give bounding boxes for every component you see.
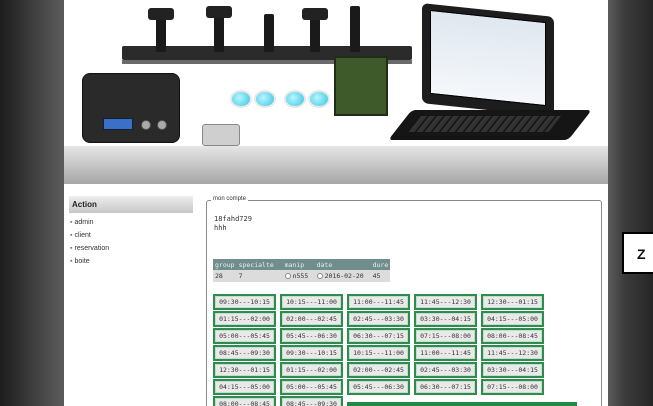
sidebar-menu: ▪ admin ▪ client ▪ reservation ▪ boite — [69, 219, 193, 271]
lens-mount — [206, 6, 232, 18]
safety-glasses — [228, 86, 284, 112]
account-fieldset: mon compte 18fahd729 hhh group specialte… — [206, 196, 602, 406]
time-slot-button[interactable]: 08:00---08:45 — [213, 396, 276, 406]
keyboard-keys — [408, 116, 562, 132]
optical-post — [264, 14, 274, 52]
time-slot-button[interactable]: 09:30---10:15 — [280, 345, 343, 361]
bullet-icon: ▪ — [70, 258, 73, 265]
sidebar-item-boite[interactable]: ▪ boite — [69, 258, 193, 271]
time-slot-button[interactable]: 05:00---05:45 — [280, 379, 343, 395]
page-container: Action ▪ admin ▪ client ▪ reservation ▪ boit… — [64, 0, 608, 406]
glasses-lens — [254, 90, 276, 108]
manip-value: n555 — [292, 272, 309, 280]
time-slot-button[interactable]: 04:15---05:00 — [213, 379, 276, 395]
zoom-button[interactable]: Z — [622, 232, 653, 274]
laptop-keyboard — [388, 110, 592, 140]
fieldset-legend: mon compte — [211, 196, 249, 202]
time-slot-button[interactable]: 07:15---08:00 — [481, 379, 544, 395]
time-slot-button[interactable]: 03:30---04:15 — [414, 311, 477, 327]
glasses-lens — [230, 90, 252, 108]
laser-controller-device — [82, 73, 180, 143]
glasses-lens — [284, 90, 306, 108]
laptop — [422, 3, 554, 117]
table-row: 28 7 n555 2016-02-20 45 — [213, 270, 391, 282]
cell-dure: 45 — [370, 270, 391, 282]
sidebar-item-label: reservation — [74, 245, 110, 252]
time-slot-button[interactable]: 03:30---04:15 — [481, 362, 544, 378]
time-slot-button[interactable]: 11:00---11:45 — [414, 345, 477, 361]
time-slot-button[interactable]: 05:00---05:45 — [213, 328, 276, 344]
cell-date: 2016-02-20 — [314, 270, 371, 282]
time-slot-button[interactable]: 02:45---03:30 — [347, 311, 410, 327]
time-slot-button[interactable]: 11:00---11:45 — [347, 294, 410, 310]
manip-radio[interactable] — [284, 273, 291, 279]
reservation-table: group specialte manip date dure 28 7 n55… — [213, 259, 391, 282]
lens-mount — [148, 8, 174, 20]
time-slot-button[interactable]: 05:45---06:30 — [347, 379, 410, 395]
time-slot-button[interactable]: 02:00---02:45 — [347, 362, 410, 378]
time-slot-button[interactable]: 11:45---12:30 — [414, 294, 477, 310]
col-header-specialte: specialte — [236, 259, 283, 270]
time-slot-button[interactable]: 04:15---05:00 — [481, 311, 544, 327]
sidebar-title: Action — [69, 196, 193, 213]
table-header-row: group specialte manip date dure — [213, 259, 391, 270]
time-slot-button[interactable]: 07:15---08:00 — [414, 328, 477, 344]
time-slot-button[interactable]: 01:15---02:00 — [213, 311, 276, 327]
header-banner-image — [64, 0, 608, 146]
lens-mount — [302, 8, 328, 20]
col-header-manip: manip — [282, 259, 315, 270]
time-slot-button[interactable]: 08:45---09:30 — [213, 345, 276, 361]
device-display — [103, 118, 133, 130]
account-id: 18fahd729 — [214, 215, 252, 223]
time-slot-button[interactable]: 12:30---01:15 — [213, 362, 276, 378]
time-slot-button[interactable]: 02:00---02:45 — [280, 311, 343, 327]
col-header-group: group — [213, 259, 237, 270]
account-info: 18fahd729 hhh — [214, 215, 252, 233]
sidebar-item-client[interactable]: ▪ client — [69, 232, 193, 245]
sidebar-item-label: client — [74, 232, 91, 239]
time-slot-button[interactable]: 08:45---09:30 — [280, 396, 343, 406]
time-slot-grid-footer — [347, 402, 577, 406]
optical-post — [350, 6, 360, 52]
time-slot-button[interactable]: 10:15---11:00 — [280, 294, 343, 310]
bullet-icon: ▪ — [70, 219, 73, 226]
device-knob — [141, 120, 151, 130]
time-slot-button[interactable]: 06:30---07:15 — [347, 328, 410, 344]
date-radio[interactable] — [316, 273, 323, 279]
device-knob — [157, 120, 167, 130]
time-slot-button[interactable]: 08:00---08:45 — [481, 328, 544, 344]
time-slot-button[interactable]: 10:15---11:00 — [347, 345, 410, 361]
cell-group: 28 — [213, 270, 237, 282]
laptop-screen — [430, 9, 546, 107]
bullet-icon: ▪ — [70, 245, 73, 252]
green-filter-box — [334, 56, 388, 116]
sidebar-item-reservation[interactable]: ▪ reservation — [69, 245, 193, 258]
time-slot-button[interactable]: 06:30---07:15 — [414, 379, 477, 395]
time-slot-button[interactable]: 11:45---12:30 — [481, 345, 544, 361]
col-header-date: date — [314, 259, 371, 270]
sidebar-item-label: admin — [74, 219, 94, 226]
navigation-bar — [64, 146, 608, 184]
col-header-dure: dure — [370, 259, 391, 270]
time-slot-grid: 09:30---10:15 10:15---11:00 11:00---11:4… — [213, 294, 595, 406]
bullet-icon: ▪ — [70, 232, 73, 239]
sidebar: Action ▪ admin ▪ client ▪ reservation ▪ boit… — [69, 196, 193, 271]
sidebar-item-admin[interactable]: ▪ admin — [69, 219, 193, 232]
cell-specialte: 7 — [236, 270, 283, 282]
cell-manip: n555 — [282, 270, 315, 282]
date-value: 2016-02-20 — [324, 272, 364, 280]
time-slot-button[interactable]: 09:30---10:15 — [213, 294, 276, 310]
time-slot-button[interactable]: 01:15---02:00 — [280, 362, 343, 378]
account-name: hhh — [214, 224, 227, 232]
sidebar-item-label: boite — [74, 258, 90, 265]
handheld-device — [202, 124, 240, 146]
time-slot-button[interactable]: 12:30---01:15 — [481, 294, 544, 310]
time-slot-button[interactable]: 05:45---06:30 — [280, 328, 343, 344]
safety-glasses — [282, 86, 338, 112]
time-slot-button[interactable]: 02:45---03:30 — [414, 362, 477, 378]
glasses-lens — [308, 90, 330, 108]
